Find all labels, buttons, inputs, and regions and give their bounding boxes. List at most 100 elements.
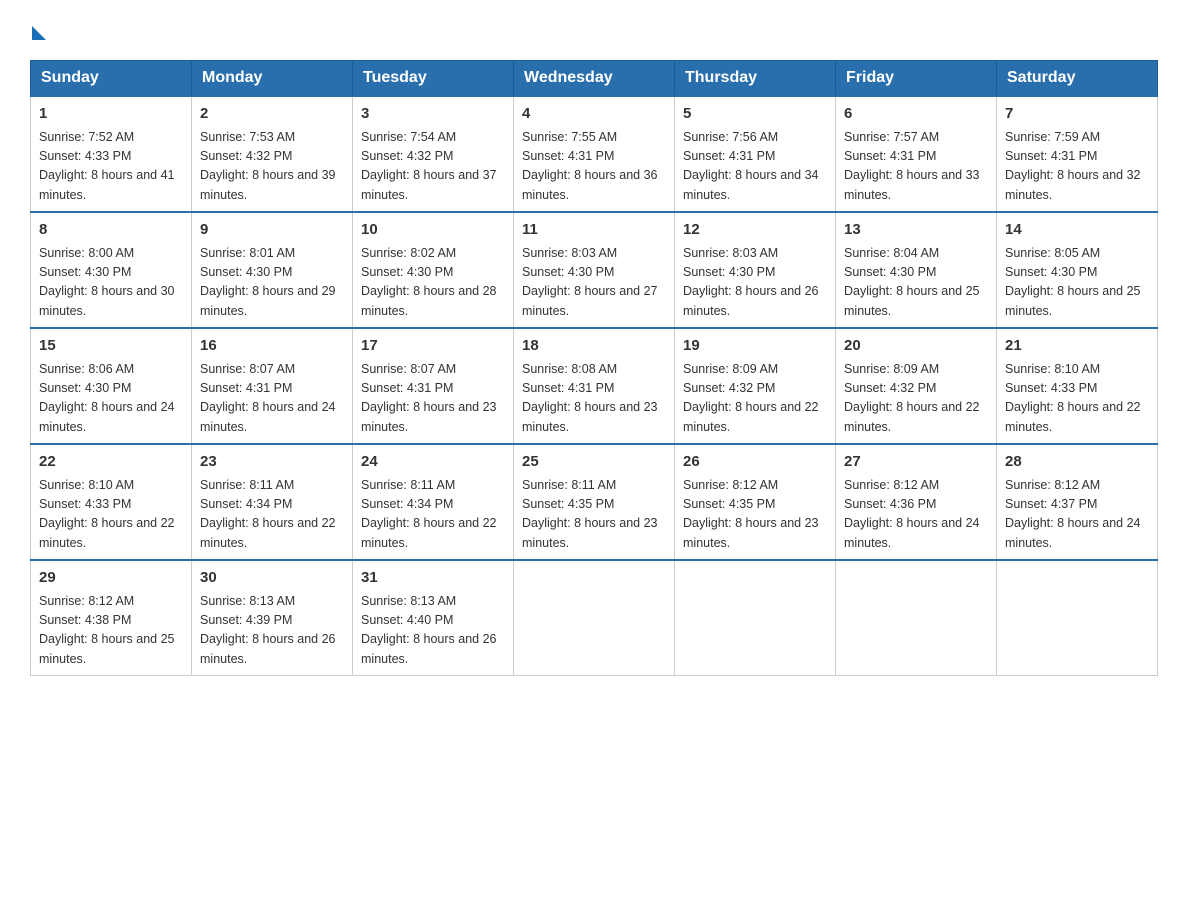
calendar-cell: 3Sunrise: 7:54 AMSunset: 4:32 PMDaylight… (353, 96, 514, 212)
day-number: 20 (844, 335, 988, 358)
calendar-cell: 20Sunrise: 8:09 AMSunset: 4:32 PMDayligh… (836, 328, 997, 444)
day-info: Sunrise: 7:53 AMSunset: 4:32 PMDaylight:… (200, 128, 344, 206)
day-info: Sunrise: 8:08 AMSunset: 4:31 PMDaylight:… (522, 360, 666, 438)
day-number: 16 (200, 335, 344, 358)
day-number: 5 (683, 103, 827, 126)
day-number: 24 (361, 451, 505, 474)
calendar-cell: 13Sunrise: 8:04 AMSunset: 4:30 PMDayligh… (836, 212, 997, 328)
day-info: Sunrise: 8:13 AMSunset: 4:40 PMDaylight:… (361, 592, 505, 670)
day-info: Sunrise: 8:12 AMSunset: 4:36 PMDaylight:… (844, 476, 988, 554)
header-wednesday: Wednesday (514, 61, 675, 97)
day-number: 30 (200, 567, 344, 590)
calendar-cell: 28Sunrise: 8:12 AMSunset: 4:37 PMDayligh… (997, 444, 1158, 560)
day-number: 1 (39, 103, 183, 126)
day-number: 2 (200, 103, 344, 126)
day-number: 27 (844, 451, 988, 474)
day-info: Sunrise: 8:09 AMSunset: 4:32 PMDaylight:… (683, 360, 827, 438)
day-info: Sunrise: 8:09 AMSunset: 4:32 PMDaylight:… (844, 360, 988, 438)
calendar-cell: 2Sunrise: 7:53 AMSunset: 4:32 PMDaylight… (192, 96, 353, 212)
day-number: 3 (361, 103, 505, 126)
calendar-cell: 31Sunrise: 8:13 AMSunset: 4:40 PMDayligh… (353, 560, 514, 676)
calendar-cell: 9Sunrise: 8:01 AMSunset: 4:30 PMDaylight… (192, 212, 353, 328)
page-header (30, 20, 1158, 40)
day-number: 14 (1005, 219, 1149, 242)
header-friday: Friday (836, 61, 997, 97)
day-number: 25 (522, 451, 666, 474)
day-number: 19 (683, 335, 827, 358)
calendar-cell: 26Sunrise: 8:12 AMSunset: 4:35 PMDayligh… (675, 444, 836, 560)
calendar-cell: 22Sunrise: 8:10 AMSunset: 4:33 PMDayligh… (31, 444, 192, 560)
day-info: Sunrise: 8:03 AMSunset: 4:30 PMDaylight:… (522, 244, 666, 322)
day-number: 8 (39, 219, 183, 242)
day-number: 17 (361, 335, 505, 358)
day-info: Sunrise: 8:11 AMSunset: 4:34 PMDaylight:… (200, 476, 344, 554)
day-info: Sunrise: 8:02 AMSunset: 4:30 PMDaylight:… (361, 244, 505, 322)
day-info: Sunrise: 8:10 AMSunset: 4:33 PMDaylight:… (1005, 360, 1149, 438)
day-info: Sunrise: 8:01 AMSunset: 4:30 PMDaylight:… (200, 244, 344, 322)
header-tuesday: Tuesday (353, 61, 514, 97)
calendar-cell: 4Sunrise: 7:55 AMSunset: 4:31 PMDaylight… (514, 96, 675, 212)
day-info: Sunrise: 8:11 AMSunset: 4:35 PMDaylight:… (522, 476, 666, 554)
day-number: 12 (683, 219, 827, 242)
calendar-cell: 14Sunrise: 8:05 AMSunset: 4:30 PMDayligh… (997, 212, 1158, 328)
day-info: Sunrise: 8:07 AMSunset: 4:31 PMDaylight:… (200, 360, 344, 438)
calendar-cell: 15Sunrise: 8:06 AMSunset: 4:30 PMDayligh… (31, 328, 192, 444)
calendar-cell: 18Sunrise: 8:08 AMSunset: 4:31 PMDayligh… (514, 328, 675, 444)
day-number: 31 (361, 567, 505, 590)
calendar-cell: 24Sunrise: 8:11 AMSunset: 4:34 PMDayligh… (353, 444, 514, 560)
day-info: Sunrise: 8:10 AMSunset: 4:33 PMDaylight:… (39, 476, 183, 554)
day-number: 7 (1005, 103, 1149, 126)
day-info: Sunrise: 7:52 AMSunset: 4:33 PMDaylight:… (39, 128, 183, 206)
day-number: 26 (683, 451, 827, 474)
day-number: 4 (522, 103, 666, 126)
logo-triangle-icon (32, 26, 46, 40)
day-info: Sunrise: 8:12 AMSunset: 4:37 PMDaylight:… (1005, 476, 1149, 554)
logo (30, 20, 46, 40)
calendar-cell (997, 560, 1158, 676)
day-info: Sunrise: 8:12 AMSunset: 4:35 PMDaylight:… (683, 476, 827, 554)
day-info: Sunrise: 8:04 AMSunset: 4:30 PMDaylight:… (844, 244, 988, 322)
calendar-cell: 1Sunrise: 7:52 AMSunset: 4:33 PMDaylight… (31, 96, 192, 212)
day-info: Sunrise: 8:11 AMSunset: 4:34 PMDaylight:… (361, 476, 505, 554)
calendar-cell: 6Sunrise: 7:57 AMSunset: 4:31 PMDaylight… (836, 96, 997, 212)
calendar-table: SundayMondayTuesdayWednesdayThursdayFrid… (30, 60, 1158, 676)
calendar-cell: 21Sunrise: 8:10 AMSunset: 4:33 PMDayligh… (997, 328, 1158, 444)
day-number: 18 (522, 335, 666, 358)
day-info: Sunrise: 8:13 AMSunset: 4:39 PMDaylight:… (200, 592, 344, 670)
week-row-4: 22Sunrise: 8:10 AMSunset: 4:33 PMDayligh… (31, 444, 1158, 560)
day-number: 6 (844, 103, 988, 126)
week-row-3: 15Sunrise: 8:06 AMSunset: 4:30 PMDayligh… (31, 328, 1158, 444)
day-info: Sunrise: 7:55 AMSunset: 4:31 PMDaylight:… (522, 128, 666, 206)
header-monday: Monday (192, 61, 353, 97)
day-info: Sunrise: 8:12 AMSunset: 4:38 PMDaylight:… (39, 592, 183, 670)
calendar-cell: 7Sunrise: 7:59 AMSunset: 4:31 PMDaylight… (997, 96, 1158, 212)
day-number: 13 (844, 219, 988, 242)
calendar-cell: 25Sunrise: 8:11 AMSunset: 4:35 PMDayligh… (514, 444, 675, 560)
day-number: 21 (1005, 335, 1149, 358)
calendar-cell: 16Sunrise: 8:07 AMSunset: 4:31 PMDayligh… (192, 328, 353, 444)
week-row-2: 8Sunrise: 8:00 AMSunset: 4:30 PMDaylight… (31, 212, 1158, 328)
day-number: 23 (200, 451, 344, 474)
calendar-cell: 30Sunrise: 8:13 AMSunset: 4:39 PMDayligh… (192, 560, 353, 676)
day-number: 28 (1005, 451, 1149, 474)
header-sunday: Sunday (31, 61, 192, 97)
day-info: Sunrise: 7:56 AMSunset: 4:31 PMDaylight:… (683, 128, 827, 206)
header-thursday: Thursday (675, 61, 836, 97)
day-number: 11 (522, 219, 666, 242)
calendar-cell: 19Sunrise: 8:09 AMSunset: 4:32 PMDayligh… (675, 328, 836, 444)
calendar-cell (675, 560, 836, 676)
calendar-cell: 29Sunrise: 8:12 AMSunset: 4:38 PMDayligh… (31, 560, 192, 676)
calendar-cell: 5Sunrise: 7:56 AMSunset: 4:31 PMDaylight… (675, 96, 836, 212)
calendar-cell: 10Sunrise: 8:02 AMSunset: 4:30 PMDayligh… (353, 212, 514, 328)
day-info: Sunrise: 8:06 AMSunset: 4:30 PMDaylight:… (39, 360, 183, 438)
calendar-cell: 17Sunrise: 8:07 AMSunset: 4:31 PMDayligh… (353, 328, 514, 444)
day-info: Sunrise: 7:57 AMSunset: 4:31 PMDaylight:… (844, 128, 988, 206)
day-info: Sunrise: 8:00 AMSunset: 4:30 PMDaylight:… (39, 244, 183, 322)
calendar-cell: 12Sunrise: 8:03 AMSunset: 4:30 PMDayligh… (675, 212, 836, 328)
day-number: 15 (39, 335, 183, 358)
calendar-cell: 27Sunrise: 8:12 AMSunset: 4:36 PMDayligh… (836, 444, 997, 560)
calendar-cell (836, 560, 997, 676)
calendar-cell: 11Sunrise: 8:03 AMSunset: 4:30 PMDayligh… (514, 212, 675, 328)
day-info: Sunrise: 8:03 AMSunset: 4:30 PMDaylight:… (683, 244, 827, 322)
day-number: 29 (39, 567, 183, 590)
